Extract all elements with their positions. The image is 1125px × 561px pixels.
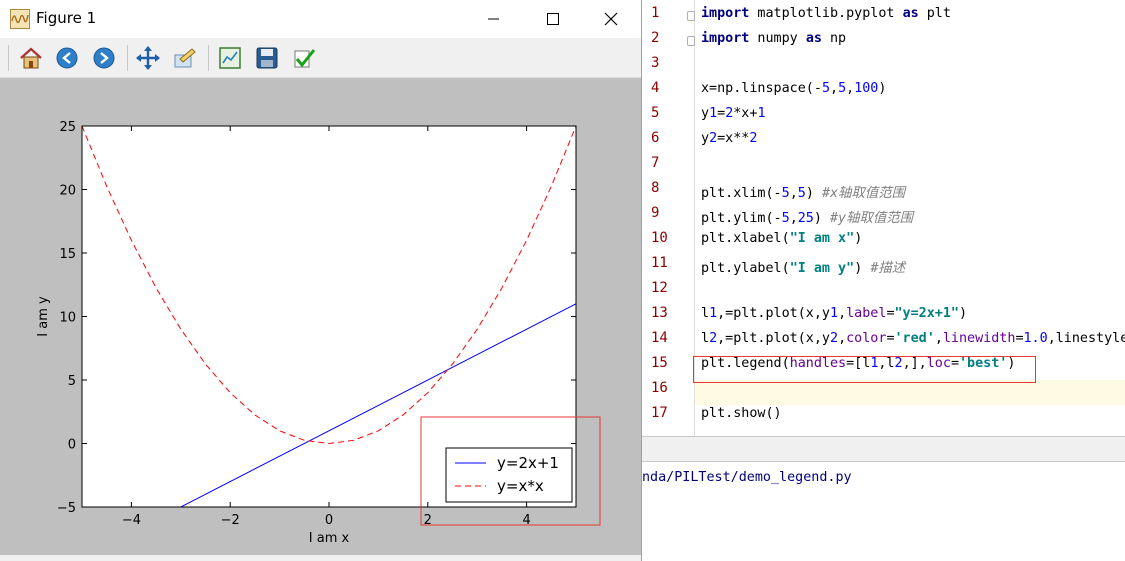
- x-tick-label: −4: [122, 513, 141, 528]
- status-bar: [0, 555, 641, 561]
- current-line-highlight: [695, 380, 1125, 405]
- y-tick-label: 5: [68, 374, 76, 389]
- minimize-button[interactable]: [470, 0, 516, 38]
- x-tick-label: 0: [325, 513, 333, 528]
- y-tick-label: 15: [59, 247, 76, 262]
- x-tick-label: −2: [221, 513, 240, 528]
- code-line[interactable]: plt.show(): [701, 406, 782, 421]
- back-icon[interactable]: [54, 45, 80, 71]
- line-number: 2: [651, 30, 660, 46]
- maximize-icon: [547, 13, 559, 25]
- chart: −4 −2 0 2 4 −5 0 5 10 15 20 25 I am x I am y y=2x+1 y=x…: [36, 120, 601, 546]
- forward-icon[interactable]: [91, 45, 117, 71]
- minimize-icon: [488, 18, 499, 20]
- y-tick-label: 10: [59, 311, 76, 326]
- zoom-icon[interactable]: [172, 45, 198, 71]
- code-line[interactable]: plt.xlim(-5,5) #x轴取值范围: [701, 181, 905, 201]
- console-path: nda/PILTest/demo_legend.py: [642, 470, 852, 485]
- line-number: 4: [651, 80, 660, 96]
- y-tick-label: 0: [68, 438, 76, 453]
- line-number: 8: [651, 180, 660, 196]
- code-line[interactable]: import numpy as np: [701, 31, 846, 46]
- code-line[interactable]: l1,=plt.plot(x,y1,label="y=2x+1"): [701, 306, 967, 321]
- matplotlib-app-icon: [10, 9, 30, 29]
- y-axis-label: I am y: [36, 296, 51, 337]
- code-line[interactable]: import matplotlib.pyplot as plt: [701, 6, 951, 21]
- y-tick-label: −5: [57, 501, 76, 516]
- x-tick-label: 4: [522, 513, 530, 528]
- line-number-gutter: 1 2 3 4 5 6 7 8 9 10 11 12 13 14 15 16 17: [642, 0, 695, 436]
- figure-window: Figure 1 −4 −2 0 2 4 −5 0 5 10 15 20 25 …: [0, 0, 642, 561]
- maximize-button[interactable]: [530, 0, 576, 38]
- annotation-box: [693, 356, 1036, 383]
- toolbar-grip: [8, 45, 9, 71]
- code-line[interactable]: y2=x**2: [701, 131, 757, 146]
- fold-marker-icon[interactable]: [687, 36, 695, 46]
- line-number: 5: [651, 105, 660, 121]
- line-number: 16: [651, 380, 668, 396]
- line-number: 17: [651, 405, 668, 421]
- configure-subplots-icon[interactable]: [217, 45, 243, 71]
- legend: y=2x+1 y=x*x: [445, 447, 573, 503]
- figure-canvas[interactable]: −4 −2 0 2 4 −5 0 5 10 15 20 25 I am x I am y y=2x+1 y=x…: [0, 78, 641, 555]
- code-line[interactable]: plt.xlabel("I am x"): [701, 231, 862, 246]
- navigation-toolbar: [0, 39, 641, 78]
- code-line[interactable]: x=np.linspace(-5,5,100): [701, 81, 886, 96]
- code-editor[interactable]: 1 2 3 4 5 6 7 8 9 10 11 12 13 14 15 16 17 import matplot…: [642, 0, 1125, 436]
- window-title: Figure 1: [36, 9, 97, 27]
- title-bar: Figure 1: [0, 0, 641, 38]
- panel-divider[interactable]: [642, 436, 1125, 462]
- y-tick-label: 25: [59, 120, 76, 135]
- code-line[interactable]: y1=2*x+1: [701, 106, 766, 121]
- console-panel[interactable]: nda/PILTest/demo_legend.py: [642, 462, 1125, 561]
- save-icon[interactable]: [254, 45, 280, 71]
- code-line[interactable]: plt.ylim(-5,25) #y轴取值范围: [701, 206, 913, 226]
- line-number: 9: [651, 205, 660, 221]
- code-line[interactable]: l2,=plt.plot(x,y2,color='red',linewidth=…: [701, 331, 1125, 346]
- x-axis-label: I am x: [309, 531, 350, 546]
- line-number: 6: [651, 130, 660, 146]
- close-icon: [604, 12, 618, 26]
- pan-icon[interactable]: [135, 45, 161, 71]
- line-number: 1: [651, 5, 660, 21]
- toolbar-separator: [127, 45, 128, 71]
- legend-label-1: y=2x+1: [497, 454, 559, 472]
- close-button[interactable]: [588, 0, 634, 38]
- toolbar-separator: [208, 45, 209, 71]
- line-number: 14: [651, 330, 668, 346]
- line-number: 10: [651, 230, 668, 246]
- line-number: 12: [651, 280, 668, 296]
- line-number: 11: [651, 255, 668, 271]
- x-tick-label: 2: [424, 513, 432, 528]
- code-line[interactable]: plt.ylabel("I am y") #描述: [701, 256, 905, 276]
- line-number: 3: [651, 55, 660, 71]
- fold-marker-icon[interactable]: [687, 11, 695, 21]
- apply-icon[interactable]: [291, 45, 317, 71]
- line-number: 15: [651, 355, 668, 371]
- home-icon[interactable]: [18, 45, 44, 71]
- line-number: 7: [651, 155, 660, 171]
- line-number: 13: [651, 305, 668, 321]
- y-tick-label: 20: [59, 184, 76, 199]
- legend-label-2: y=x*x: [497, 477, 544, 495]
